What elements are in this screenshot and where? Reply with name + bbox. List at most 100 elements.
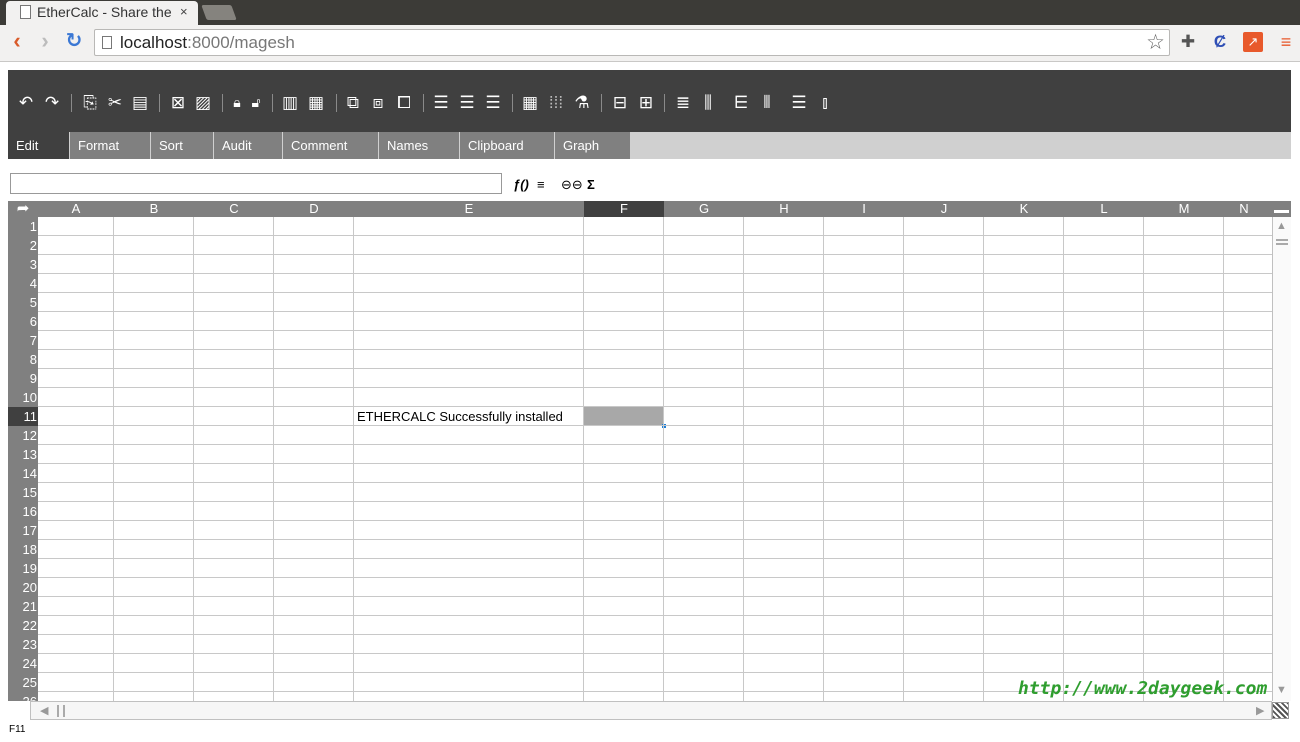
move-copy-icon[interactable]: ⧉ bbox=[343, 91, 363, 113]
column-header-m[interactable]: M bbox=[1144, 201, 1224, 217]
row-header-19[interactable]: 19 bbox=[8, 559, 38, 578]
column-header-f[interactable]: F bbox=[584, 201, 664, 217]
scroll-down-icon[interactable]: ▼ bbox=[1276, 684, 1287, 696]
row-header-17[interactable]: 17 bbox=[8, 521, 38, 540]
puzzle-icon[interactable]: ✚ bbox=[1178, 32, 1198, 52]
tab-audit[interactable]: Audit bbox=[214, 132, 282, 159]
unmerge-cells-icon[interactable]: ⊞ bbox=[636, 91, 656, 113]
row-header-4[interactable]: 4 bbox=[8, 274, 38, 293]
borders-off-icon[interactable]: ⁞⁞⁞ bbox=[546, 91, 566, 113]
row-header-14[interactable]: 14 bbox=[8, 464, 38, 483]
scroll-up-icon[interactable]: ▲ bbox=[1276, 220, 1287, 232]
back-arrow-icon[interactable]: ‹ bbox=[5, 30, 29, 54]
redo-icon[interactable]: ↷ bbox=[42, 91, 62, 113]
delete-contents-icon[interactable]: ⊠ bbox=[168, 91, 188, 113]
chart-extension-icon[interactable]: ↗ bbox=[1243, 32, 1263, 52]
cell-color-icon[interactable]: ⚗ bbox=[572, 91, 592, 113]
scroll-thumb[interactable] bbox=[57, 705, 65, 717]
sum-icon[interactable]: Σ bbox=[587, 177, 595, 192]
link-icon[interactable]: ⊖⊖ bbox=[561, 177, 583, 193]
hide-row-icon[interactable]: ☰ bbox=[788, 91, 810, 113]
new-tab-button[interactable] bbox=[201, 5, 237, 20]
forward-arrow-icon[interactable]: › bbox=[33, 30, 57, 54]
insert-row-above-icon[interactable]: ≣ bbox=[672, 91, 694, 113]
borders-on-icon[interactable]: ▦ bbox=[520, 91, 540, 113]
browser-tab[interactable]: EtherCalc - Share the Web × bbox=[6, 1, 198, 25]
column-header-a[interactable]: A bbox=[38, 201, 114, 217]
redo-arrow-icon[interactable]: ➦ bbox=[8, 201, 38, 217]
row-header-1[interactable]: 1 bbox=[8, 217, 38, 236]
row-header-13[interactable]: 13 bbox=[8, 445, 38, 464]
column-header-l[interactable]: L bbox=[1064, 201, 1144, 217]
copy-icon[interactable]: ⎘ bbox=[80, 91, 100, 113]
cut-icon[interactable]: ✂ bbox=[105, 91, 125, 113]
paste-formats-icon[interactable]: ▨ bbox=[193, 91, 213, 113]
insert-column-before-icon[interactable]: ⫼ bbox=[697, 91, 719, 113]
row-header-16[interactable]: 16 bbox=[8, 502, 38, 521]
row-header-6[interactable]: 6 bbox=[8, 312, 38, 331]
row-header-20[interactable]: 20 bbox=[8, 578, 38, 597]
column-header-j[interactable]: J bbox=[904, 201, 984, 217]
align-right-icon[interactable]: ☰ bbox=[483, 91, 503, 113]
column-header-i[interactable]: I bbox=[824, 201, 904, 217]
row-header-5[interactable]: 5 bbox=[8, 293, 38, 312]
row-header-23[interactable]: 23 bbox=[8, 635, 38, 654]
cell-e11[interactable]: ETHERCALC Successfully installed bbox=[354, 407, 563, 426]
delete-column-icon[interactable]: ⫴ bbox=[756, 91, 778, 113]
column-header-k[interactable]: K bbox=[984, 201, 1064, 217]
row-header-10[interactable]: 10 bbox=[8, 388, 38, 407]
scroll-thumb[interactable] bbox=[1276, 239, 1288, 245]
row-header-25[interactable]: 25 bbox=[8, 673, 38, 692]
scroll-left-icon[interactable]: ◀ bbox=[40, 704, 48, 717]
row-header-3[interactable]: 3 bbox=[8, 255, 38, 274]
tab-format[interactable]: Format bbox=[70, 132, 150, 159]
undo-icon[interactable]: ↶ bbox=[16, 91, 36, 113]
tab-edit[interactable]: Edit bbox=[8, 132, 69, 159]
row-header-24[interactable]: 24 bbox=[8, 654, 38, 673]
insert-row-icon[interactable]: ▦ bbox=[306, 91, 326, 113]
row-header-8[interactable]: 8 bbox=[8, 350, 38, 369]
move-insert-icon[interactable]: ⧈ bbox=[368, 91, 388, 113]
reload-icon[interactable]: ↻ bbox=[62, 30, 86, 54]
star-icon[interactable]: ☆ bbox=[1146, 30, 1165, 55]
insert-column-icon[interactable]: ▥ bbox=[280, 91, 300, 113]
tab-names[interactable]: Names bbox=[379, 132, 459, 159]
column-header-d[interactable]: D bbox=[274, 201, 354, 217]
tab-close-icon[interactable]: × bbox=[180, 4, 188, 19]
function-icon[interactable]: ƒ() bbox=[513, 177, 529, 192]
unlock-cell-icon[interactable]: 🔓︎ bbox=[248, 91, 264, 113]
tab-comment[interactable]: Comment bbox=[283, 132, 378, 159]
scroll-right-icon[interactable]: ▶ bbox=[1256, 704, 1264, 717]
row-header-2[interactable]: 2 bbox=[8, 236, 38, 255]
multiline-text-icon[interactable]: ≡ bbox=[537, 177, 545, 192]
row-header-12[interactable]: 12 bbox=[8, 426, 38, 445]
align-center-icon[interactable]: ☰ bbox=[457, 91, 477, 113]
column-header-g[interactable]: G bbox=[664, 201, 744, 217]
formula-input[interactable] bbox=[10, 173, 502, 194]
address-bar[interactable]: localhost:8000/magesh ☆ bbox=[94, 29, 1170, 56]
row-header-9[interactable]: 9 bbox=[8, 369, 38, 388]
tab-sort[interactable]: Sort bbox=[151, 132, 213, 159]
paste-icon[interactable]: ▤ bbox=[130, 91, 150, 113]
cell-area[interactable]: ETHERCALC Successfully installed bbox=[38, 217, 1272, 701]
column-header-e[interactable]: E bbox=[354, 201, 584, 217]
row-header-11[interactable]: 11 bbox=[8, 407, 38, 426]
extension-c-icon[interactable]: Ȼ bbox=[1210, 32, 1230, 52]
resize-grip-icon[interactable] bbox=[1272, 702, 1289, 719]
merge-cells-icon[interactable]: ⊟ bbox=[610, 91, 630, 113]
column-header-c[interactable]: C bbox=[194, 201, 274, 217]
selected-cell-f11[interactable] bbox=[584, 407, 663, 425]
tab-clipboard[interactable]: Clipboard bbox=[460, 132, 554, 159]
column-header-b[interactable]: B bbox=[114, 201, 194, 217]
row-header-21[interactable]: 21 bbox=[8, 597, 38, 616]
tab-graph[interactable]: Graph bbox=[555, 132, 630, 159]
hide-column-icon[interactable]: ⫾ bbox=[814, 91, 836, 113]
column-header-n[interactable]: N bbox=[1224, 201, 1264, 217]
row-header-7[interactable]: 7 bbox=[8, 331, 38, 350]
row-header-18[interactable]: 18 bbox=[8, 540, 38, 559]
lock-cell-icon[interactable]: 🔒︎ bbox=[229, 91, 245, 113]
menu-icon[interactable]: ≡ bbox=[1276, 32, 1296, 52]
align-left-icon[interactable]: ☰ bbox=[431, 91, 451, 113]
row-header-15[interactable]: 15 bbox=[8, 483, 38, 502]
horizontal-scrollbar[interactable]: ◀ ▶ bbox=[30, 701, 1272, 720]
